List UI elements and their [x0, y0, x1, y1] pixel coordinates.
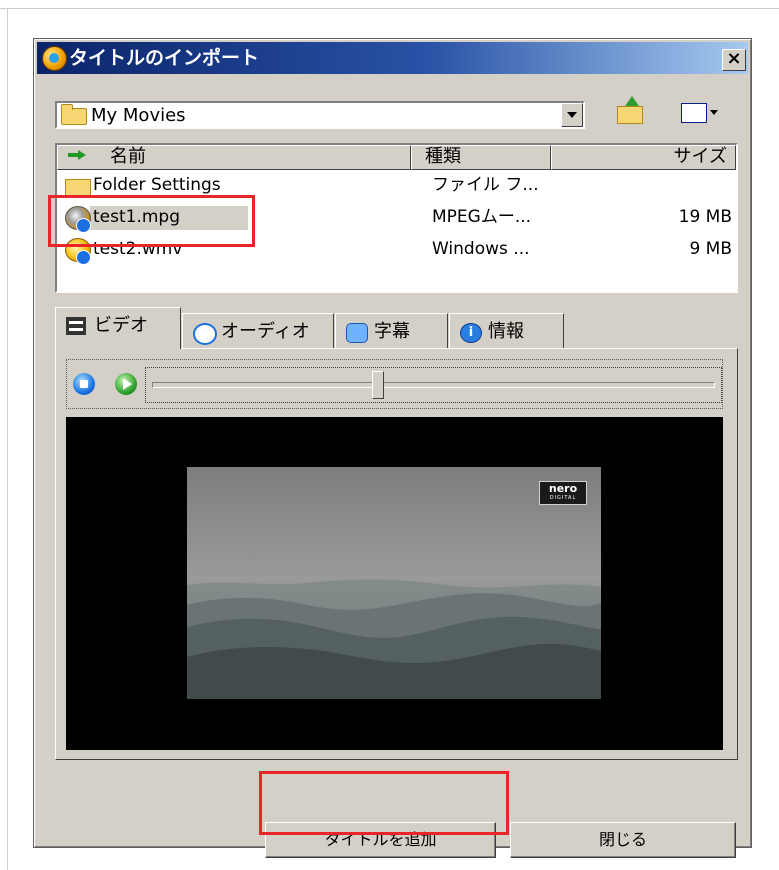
tab-info-label: 情報 — [488, 321, 524, 342]
seek-slider-thumb[interactable] — [372, 371, 385, 399]
player-controls — [66, 359, 723, 409]
video-frame: nero DIGITAL — [187, 467, 601, 699]
file-size: 19 MB — [678, 207, 732, 227]
tab-strip: ビデオ オーディオ 字幕 情報 — [55, 307, 738, 349]
column-header-type-label: 種類 — [425, 146, 461, 167]
tab-subtitles[interactable]: 字幕 — [335, 313, 448, 349]
play-button[interactable] — [115, 373, 137, 395]
folder-dropdown-value: My Movies — [91, 105, 186, 126]
highlight-box-selected-file — [48, 195, 255, 247]
logo-text: nero — [548, 482, 578, 495]
file-type: Windows ... — [432, 239, 530, 259]
close-window-button[interactable]: × — [722, 49, 746, 71]
app-disc-icon — [42, 46, 67, 71]
tab-audio-label: オーディオ — [221, 321, 310, 342]
film-icon — [66, 317, 86, 335]
video-tab-panel: nero DIGITAL — [55, 348, 738, 760]
column-header-type[interactable]: 種類 — [411, 145, 551, 170]
folder-icon — [61, 104, 87, 125]
column-header-name-label: 名前 — [110, 146, 146, 167]
file-type: ファイル フ... — [432, 175, 539, 195]
file-type: MPEGムー... — [432, 207, 532, 227]
view-menu-button[interactable] — [679, 98, 721, 126]
tab-video[interactable]: ビデオ — [55, 307, 181, 349]
tab-video-label: ビデオ — [94, 315, 148, 336]
background-rule-left — [7, 8, 8, 870]
stop-button[interactable] — [73, 373, 95, 395]
window-title: タイトルのインポート — [69, 47, 260, 69]
column-header-size-label: サイズ — [673, 146, 727, 167]
nero-digital-logo: nero DIGITAL — [539, 481, 587, 505]
file-size: 9 MB — [689, 239, 732, 259]
seek-slider-track[interactable] — [152, 382, 715, 388]
tab-audio[interactable]: オーディオ — [182, 313, 334, 349]
import-title-dialog: タイトルのインポート × My Movies 名前 種類 サイズ Folder … — [33, 38, 752, 858]
tab-subtitles-label: 字幕 — [374, 321, 410, 342]
column-header-size[interactable]: サイズ — [551, 145, 736, 170]
title-bar: タイトルのインポート × — [37, 42, 748, 74]
folder-icon — [617, 106, 643, 124]
audio-icon — [193, 323, 217, 345]
folder-dropdown[interactable]: My Movies — [55, 101, 585, 129]
view-grid-icon — [681, 103, 707, 123]
chevron-down-icon[interactable] — [561, 103, 583, 127]
up-arrow-icon — [625, 96, 639, 106]
close-button[interactable]: 閉じる — [510, 822, 736, 858]
highlight-box-add-title — [259, 771, 509, 835]
tab-info[interactable]: 情報 — [449, 313, 564, 349]
dropdown-arrow-icon — [710, 110, 718, 115]
video-preview: nero DIGITAL — [66, 417, 723, 750]
logo-subtext: DIGITAL — [549, 495, 577, 501]
info-icon — [460, 323, 482, 343]
background-rule-top — [0, 8, 779, 9]
sort-arrow-icon — [68, 150, 88, 164]
column-header-name[interactable]: 名前 — [57, 145, 411, 170]
subtitle-icon — [346, 323, 368, 343]
up-folder-button[interactable] — [615, 96, 645, 126]
